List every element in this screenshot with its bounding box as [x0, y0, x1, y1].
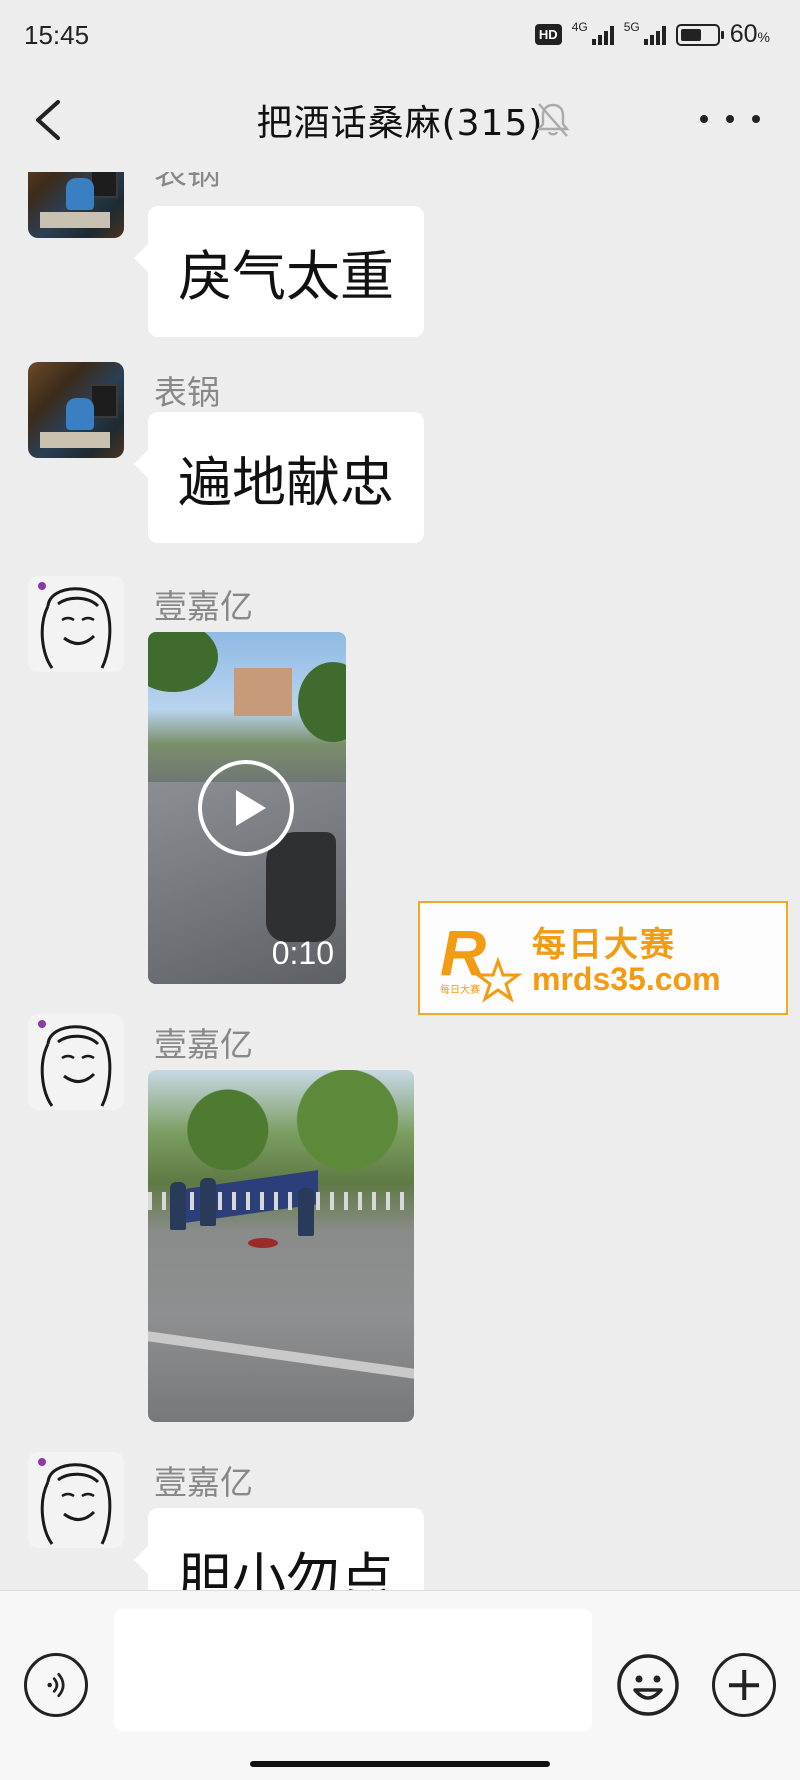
voice-icon: [47, 1672, 65, 1698]
bell-muted-icon: [536, 100, 570, 140]
battery-icon: [675, 23, 724, 46]
chat-message: 壹嘉亿: [0, 1014, 800, 1434]
battery-percent: 60%: [729, 20, 770, 48]
avatar[interactable]: [28, 1014, 124, 1110]
avatar[interactable]: [28, 362, 124, 458]
voice-button[interactable]: [24, 1653, 88, 1717]
hd-badge: HD: [534, 24, 562, 45]
emoji-button[interactable]: [616, 1653, 680, 1717]
chat-message: 表锅 遍地献忠: [0, 362, 800, 552]
signal-icon: [591, 25, 614, 45]
message-bubble[interactable]: 胆小勿点: [134, 1508, 424, 1590]
chat-message-list[interactable]: 表锅 戾气太重 表锅 遍地献忠 壹嘉亿 0:10 壹嘉亿 壹嘉亿 胆小勿点: [0, 172, 800, 1590]
more-options-button[interactable]: [700, 94, 760, 144]
svg-text:每日大赛: 每日大赛: [440, 983, 480, 996]
sender-name: 表锅: [154, 172, 220, 192]
play-icon: [236, 790, 266, 826]
home-indicator[interactable]: [250, 1761, 550, 1767]
chat-header: 把酒话桑麻(315): [0, 72, 800, 172]
emoji-icon: [617, 1654, 679, 1716]
sender-name: 壹嘉亿: [154, 1025, 253, 1064]
watermark-name: 每日大赛: [532, 925, 676, 965]
avatar[interactable]: [28, 172, 124, 238]
message-bubble[interactable]: 遍地献忠: [134, 412, 424, 543]
sender-name: 表锅: [154, 373, 220, 412]
signal-icon: [643, 25, 666, 45]
input-bar: [0, 1590, 800, 1780]
sender-name: 壹嘉亿: [154, 587, 253, 626]
status-bar: 15:45 HD 4G 5G 60%: [0, 0, 800, 72]
video-message[interactable]: 0:10: [148, 632, 346, 984]
plus-button[interactable]: [712, 1653, 776, 1717]
avatar[interactable]: [28, 1452, 124, 1548]
message-input[interactable]: [114, 1609, 592, 1731]
watermark-logo-icon: R 每日大赛: [440, 917, 523, 1003]
more-dots-icon: [700, 115, 708, 123]
message-bubble[interactable]: 戾气太重: [134, 206, 424, 337]
watermark-url: mrds35.com: [532, 961, 721, 997]
image-message[interactable]: [148, 1070, 414, 1422]
network-4g-label: 4G: [571, 19, 588, 34]
battery-level: [680, 28, 702, 41]
watermark-banner: R 每日大赛 每日大赛 mrds35.com: [418, 901, 788, 1015]
status-icons: HD 4G 5G 60%: [534, 19, 770, 49]
status-time: 15:45: [24, 20, 90, 50]
avatar[interactable]: [28, 576, 124, 672]
network-5g-label: 5G: [623, 19, 640, 34]
chat-message: 表锅 戾气太重: [0, 172, 800, 337]
svg-text:R: R: [440, 917, 486, 989]
sender-name: 壹嘉亿: [154, 1463, 253, 1502]
chat-message: 壹嘉亿 胆小勿点: [0, 1452, 800, 1590]
chat-title[interactable]: 把酒话桑麻(315): [0, 94, 800, 146]
play-button[interactable]: [198, 760, 294, 856]
video-duration: 0:10: [271, 935, 334, 971]
